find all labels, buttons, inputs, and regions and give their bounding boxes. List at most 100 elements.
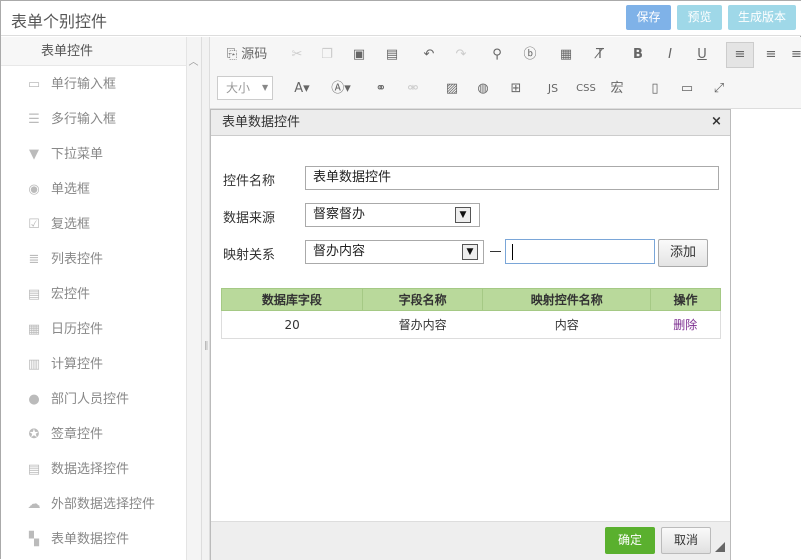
action-cell: 删除 bbox=[650, 310, 721, 339]
paste-text-icon[interactable]: ▤ bbox=[384, 44, 400, 66]
document-icon[interactable]: ▭ bbox=[679, 78, 695, 100]
db-field-cell: 20 bbox=[221, 310, 363, 339]
sidebar-item[interactable]: ▚ 表单数据控件 bbox=[1, 522, 186, 557]
sidebar-item[interactable]: ▼ 下拉菜单 bbox=[1, 137, 186, 172]
mapping-control-input[interactable] bbox=[505, 239, 655, 264]
sidebar-scrollbar[interactable] bbox=[186, 37, 201, 560]
checkbox-icon: ☑ bbox=[28, 217, 40, 232]
column-header: 操作 bbox=[650, 288, 721, 311]
save-button[interactable]: 保存 bbox=[626, 5, 671, 30]
sidebar-item-label: 列表控件 bbox=[51, 252, 104, 267]
close-icon[interactable]: × bbox=[711, 114, 723, 130]
italic-icon[interactable]: I bbox=[662, 44, 678, 66]
sidebar-item-label: 单行输入框 bbox=[51, 77, 117, 92]
user-icon: ● bbox=[28, 392, 40, 407]
preview-button[interactable]: 预览 bbox=[677, 5, 722, 30]
sidebar-item[interactable]: ▭ 单行输入框 bbox=[1, 67, 186, 102]
fullscreen-icon[interactable]: ⤢ bbox=[711, 78, 727, 100]
mapping-dash bbox=[490, 251, 501, 252]
page-title: 表单个别控件 bbox=[11, 12, 108, 31]
data-source-label: 数据来源 bbox=[223, 211, 276, 226]
chevron-down-icon: ▼ bbox=[262, 83, 269, 92]
mapping-field-select[interactable]: 督办内容 bbox=[305, 240, 484, 264]
page-break-icon[interactable]: ▯ bbox=[647, 78, 663, 100]
align-left-icon[interactable]: ≡ bbox=[726, 42, 754, 68]
redo-icon[interactable]: ↷ bbox=[453, 44, 469, 66]
field-name-cell: 督办内容 bbox=[362, 310, 483, 339]
radio-icon: ◉ bbox=[28, 182, 40, 197]
calendar-icon: ▦ bbox=[27, 322, 41, 337]
generate-version-button[interactable]: 生成版本 bbox=[728, 5, 796, 30]
sidebar-item-label: 复选框 bbox=[51, 217, 91, 232]
column-header: 数据库字段 bbox=[221, 288, 363, 311]
list-icon: ≣ bbox=[28, 252, 40, 267]
seal-icon: ✪ bbox=[28, 427, 40, 442]
unlink-icon[interactable]: ⚮ bbox=[405, 78, 421, 100]
background-color-icon[interactable]: Ⓐ▾ bbox=[328, 78, 354, 100]
sidebar-item-label: 表单数据控件 bbox=[51, 532, 130, 547]
delete-link[interactable]: 删除 bbox=[673, 318, 697, 332]
cut-icon[interactable]: ✂ bbox=[289, 44, 305, 66]
sidebar-item-label: 单选框 bbox=[51, 182, 91, 197]
data-select-icon: ▤ bbox=[27, 462, 41, 477]
source-button[interactable]: ⎘ 源码 bbox=[223, 44, 271, 66]
chevron-down-icon[interactable]: ▼ bbox=[455, 207, 471, 223]
find-icon[interactable]: ⚲ bbox=[489, 44, 505, 66]
sidebar-item[interactable]: ▦ 日历控件 bbox=[1, 312, 186, 347]
chevron-down-icon[interactable]: ▼ bbox=[462, 244, 478, 260]
cancel-button[interactable]: 取消 bbox=[661, 527, 711, 554]
control-name-input[interactable]: 表单数据控件 bbox=[305, 166, 719, 190]
font-color-icon[interactable]: A▾ bbox=[290, 78, 314, 100]
flash-icon[interactable]: ◍ bbox=[475, 78, 491, 100]
sidebar-item-label: 外部数据选择控件 bbox=[51, 497, 156, 512]
sidebar-item[interactable]: ◉ 单选框 bbox=[1, 172, 186, 207]
link-icon[interactable]: ⚭ bbox=[373, 78, 389, 100]
confirm-button[interactable]: 确定 bbox=[605, 527, 655, 554]
add-mapping-button[interactable]: 添加 bbox=[658, 239, 708, 267]
calculator-icon: ▥ bbox=[27, 357, 41, 372]
copy-icon[interactable]: ❐ bbox=[319, 44, 335, 66]
remove-format-icon[interactable]: T̸ bbox=[592, 44, 608, 66]
sidebar-item[interactable]: ☑ 复选框 bbox=[1, 207, 186, 242]
bold-icon[interactable]: B bbox=[630, 44, 646, 66]
sidebar-item-label: 宏控件 bbox=[51, 287, 91, 302]
data-source-select[interactable]: 督察督办 bbox=[305, 203, 480, 227]
underline-icon[interactable]: U bbox=[694, 44, 710, 66]
textarea-icon: ☰ bbox=[28, 112, 40, 127]
form-data-icon: ▚ bbox=[29, 532, 39, 547]
dropdown-icon: ▼ bbox=[29, 147, 39, 162]
css-button[interactable]: CSS bbox=[575, 78, 597, 100]
column-header: 映射控件名称 bbox=[482, 288, 652, 311]
sidebar-item-label: 下拉菜单 bbox=[51, 147, 104, 162]
sidebar-item[interactable]: ✪ 签章控件 bbox=[1, 417, 186, 452]
sidebar-item[interactable]: ▤ 宏控件 bbox=[1, 277, 186, 312]
sidebar-item[interactable]: ● 部门人员控件 bbox=[1, 382, 186, 417]
resize-grip-icon[interactable] bbox=[715, 542, 725, 552]
sidebar-item[interactable]: ▤ 数据选择控件 bbox=[1, 452, 186, 487]
sidebar-item-label: 日历控件 bbox=[51, 322, 104, 337]
macro-icon: ▤ bbox=[27, 287, 41, 302]
text-caret bbox=[512, 244, 513, 260]
editor-content-area[interactable] bbox=[731, 109, 801, 560]
splitter-grip-icon: ‖ bbox=[204, 341, 209, 351]
format-icon[interactable]: ▦ bbox=[558, 44, 574, 66]
table-icon[interactable]: ⊞ bbox=[507, 78, 525, 100]
panel-splitter[interactable] bbox=[201, 37, 210, 560]
sidebar-item[interactable]: ☁ 外部数据选择控件 bbox=[1, 487, 186, 522]
sidebar-item[interactable]: ≣ 列表控件 bbox=[1, 242, 186, 277]
paste-icon[interactable]: ▣ bbox=[351, 44, 367, 66]
cloud-icon: ☁ bbox=[27, 497, 41, 512]
sidebar-item[interactable]: ▥ 计算控件 bbox=[1, 347, 186, 382]
undo-icon[interactable]: ↶ bbox=[421, 44, 437, 66]
js-button[interactable]: JS bbox=[543, 78, 563, 100]
replace-icon[interactable]: ⓑ bbox=[521, 44, 539, 66]
align-center-icon[interactable]: ≡ bbox=[763, 44, 779, 66]
control-name-cell: 内容 bbox=[482, 310, 651, 339]
sidebar-item[interactable]: ☰ 多行输入框 bbox=[1, 102, 186, 137]
scroll-up-icon[interactable]: ︿ bbox=[187, 53, 200, 68]
macro-button[interactable]: 宏 bbox=[609, 78, 625, 100]
align-right-icon[interactable]: ≡ bbox=[791, 44, 801, 66]
image-icon[interactable]: ▨ bbox=[444, 78, 460, 100]
sidebar-item-label: 计算控件 bbox=[51, 357, 104, 372]
text-line-icon: ▭ bbox=[27, 77, 41, 92]
